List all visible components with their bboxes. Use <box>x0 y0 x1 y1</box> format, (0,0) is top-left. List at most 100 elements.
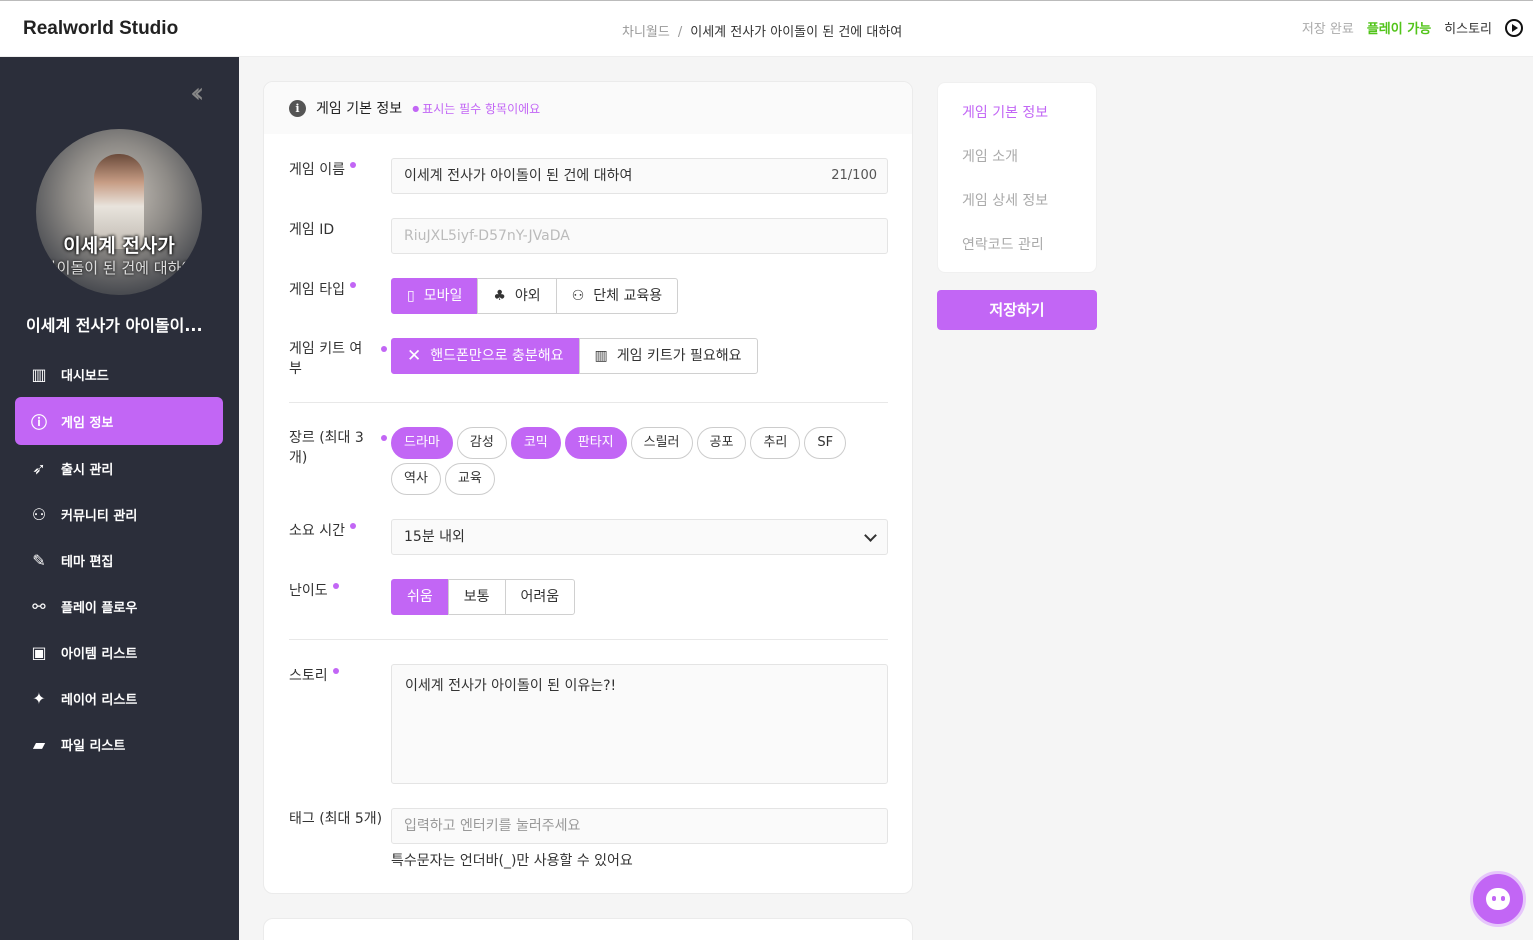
game-kit-selector: ✕ 핸드폰만으로 충분해요 ▥ 게임 키트가 필요해요 <box>391 338 758 374</box>
game-name-value: 이세계 전사가 아이돌이 된 건에 대하여 <box>404 168 633 184</box>
close-icon: ✕ <box>407 346 422 366</box>
difficulty-label-text: 난이도 <box>289 583 328 599</box>
card-title: 게임 기본 정보 <box>316 101 403 117</box>
kit-option-phone-only[interactable]: ✕ 핸드폰만으로 충분해요 <box>391 338 580 374</box>
duration-label: 소요 시간 <box>289 521 379 541</box>
name-label-text: 게임 이름 <box>289 162 345 178</box>
chat-icon <box>1486 888 1510 910</box>
next-section-card <box>263 918 913 940</box>
sidebar-item-label: 레이어 리스트 <box>61 692 138 708</box>
info-icon: i <box>289 99 306 117</box>
app-logo[interactable]: Realworld Studio <box>23 18 178 40</box>
name-label: 게임 이름 <box>289 160 379 180</box>
play-icon[interactable] <box>1505 18 1523 37</box>
chart-icon: ▥ <box>31 364 47 384</box>
story-textarea[interactable]: 이세계 전사가 아이돌이 된 이유는?! <box>391 664 888 784</box>
duration-value: 15분 내외 <box>404 529 465 545</box>
game-type-selector: ▯ 모바일 ♣ 야외 ⚇ 단체 교육용 <box>391 278 679 314</box>
genre-chip[interactable]: 감성 <box>456 427 507 459</box>
story-label-text: 스토리 <box>289 668 328 684</box>
genre-label: 장르 (최대 3개) <box>289 430 364 466</box>
type-option-mobile[interactable]: ▯ 모바일 <box>391 278 479 314</box>
sidebar-item-theme[interactable]: ✎ 테마 편집 <box>15 537 223 583</box>
genre-chip[interactable]: 코믹 <box>510 427 561 459</box>
chat-button[interactable] <box>1470 871 1526 927</box>
section-divider <box>289 402 888 403</box>
sidebar-item-play-flow[interactable]: ⚯ 플레이 플로우 <box>15 583 223 629</box>
tag-input[interactable]: 입력하고 엔터키를 눌러주세요 <box>391 808 888 844</box>
breadcrumb-separator: / <box>677 25 683 40</box>
sidebar-item-label: 대시보드 <box>61 368 109 384</box>
required-dot <box>332 583 339 589</box>
breadcrumb-parent[interactable]: 차니월드 <box>622 25 670 40</box>
genre-chip[interactable]: 공포 <box>696 427 747 459</box>
chevron-down-icon <box>864 529 877 542</box>
sidebar-item-release[interactable]: ➶ 출시 관리 <box>15 445 223 491</box>
char-count: 21/100 <box>831 168 877 183</box>
collapse-sidebar-icon[interactable]: ‹‹ <box>190 79 205 107</box>
kit-option-kit-required[interactable]: ▥ 게임 키트가 필요해요 <box>578 338 758 374</box>
play-status: 플레이 가능 <box>1366 22 1432 37</box>
toc-item-contact-code[interactable]: 연락코드 관리 <box>938 235 1096 279</box>
option-label: 단체 교육용 <box>593 288 663 304</box>
type-option-group[interactable]: ⚇ 단체 교육용 <box>555 278 679 314</box>
game-name-input[interactable]: 이세계 전사가 아이돌이 된 건에 대하여 21/100 <box>391 158 888 194</box>
tree-icon: ♣ <box>493 288 506 304</box>
basic-info-card: i 게임 기본 정보 표시는 필수 항목이에요 게임 이름 이세계 전사가 아이… <box>263 81 913 894</box>
genre-chip[interactable]: 판타지 <box>564 427 627 459</box>
sidebar-item-files[interactable]: ▰ 파일 리스트 <box>15 721 223 767</box>
toc-item-detail[interactable]: 게임 상세 정보 <box>938 191 1096 235</box>
save-status: 저장 완료 <box>1301 22 1354 37</box>
genre-chip[interactable]: 스릴러 <box>630 427 693 459</box>
required-dot <box>349 523 356 529</box>
sidebar: ‹‹ 이세계 전사가 아이돌이 된 건에 대하여 이세계 전사가 아이돌이...… <box>0 57 239 940</box>
required-dot <box>332 668 339 674</box>
sidebar-item-label: 커뮤니티 관리 <box>61 508 138 524</box>
type-label: 게임 타입 <box>289 280 379 300</box>
thumbnail-caption-subtitle: 아이돌이 된 건에 대하여 <box>42 259 196 277</box>
sidebar-item-community[interactable]: ⚇ 커뮤니티 관리 <box>15 491 223 537</box>
genre-chip[interactable]: SF <box>804 427 847 459</box>
sidebar-item-label: 게임 정보 <box>61 415 114 431</box>
option-label: 핸드폰만으로 충분해요 <box>430 348 564 364</box>
duration-select[interactable]: 15분 내외 <box>391 519 888 555</box>
folder-icon: ▰ <box>32 734 46 754</box>
sidebar-item-items[interactable]: ▣ 아이템 리스트 <box>15 629 223 675</box>
required-dot <box>349 162 356 168</box>
top-bar: Realworld Studio 차니월드 / 이세계 전사가 아이돌이 된 건에 … <box>0 0 1533 57</box>
duration-label-text: 소요 시간 <box>289 523 345 539</box>
save-button[interactable]: 저장하기 <box>937 290 1097 330</box>
type-label-text: 게임 타입 <box>289 282 345 298</box>
difficulty-option-easy[interactable]: 쉬움 <box>391 579 449 615</box>
genre-chip[interactable]: 드라마 <box>391 427 453 459</box>
history-link[interactable]: 히스토리 <box>1444 18 1492 37</box>
tags-label: 태그 (최대 5개) <box>289 811 383 827</box>
kit-label: 게임 키트 여부 <box>289 341 363 377</box>
tag-hint: 특수문자는 언더바(_)만 사용할 수 있어요 <box>391 853 633 869</box>
toc-item-basic-info[interactable]: 게임 기본 정보 <box>938 103 1096 147</box>
type-option-outdoor[interactable]: ♣ 야외 <box>477 278 557 314</box>
breadcrumb: 차니월드 / 이세계 전사가 아이돌이 된 건에 대하여 <box>622 21 902 40</box>
sidebar-item-game-info[interactable]: ⓘ 게임 정보 <box>15 397 223 445</box>
info-icon: ⓘ <box>30 413 47 432</box>
genre-chip[interactable]: 역사 <box>391 463 441 495</box>
users-icon: ⚇ <box>571 288 585 304</box>
rocket-icon: ➶ <box>32 458 46 478</box>
sidebar-item-label: 테마 편집 <box>61 554 114 570</box>
toc-item-intro[interactable]: 게임 소개 <box>938 147 1096 191</box>
gift-icon: ▣ <box>31 642 47 662</box>
sidebar-item-label: 출시 관리 <box>61 462 114 478</box>
sidebar-item-label: 플레이 플로우 <box>61 600 138 616</box>
thumbnail-caption-title: 이세계 전사가 <box>63 235 175 257</box>
difficulty-label: 난이도 <box>289 581 379 601</box>
genre-chip[interactable]: 교육 <box>444 463 495 495</box>
story-label: 스토리 <box>289 666 379 686</box>
sidebar-item-layers[interactable]: ✦ 레이어 리스트 <box>15 675 223 721</box>
map-icon: ▥ <box>594 348 608 364</box>
genre-chip[interactable]: 추리 <box>750 427 801 459</box>
difficulty-option-normal[interactable]: 보통 <box>447 579 506 615</box>
difficulty-option-hard[interactable]: 어려움 <box>504 579 576 615</box>
users-icon: ⚇ <box>31 504 47 524</box>
id-label: 게임 ID <box>289 222 335 238</box>
sidebar-item-dashboard[interactable]: ▥ 대시보드 <box>15 351 223 397</box>
